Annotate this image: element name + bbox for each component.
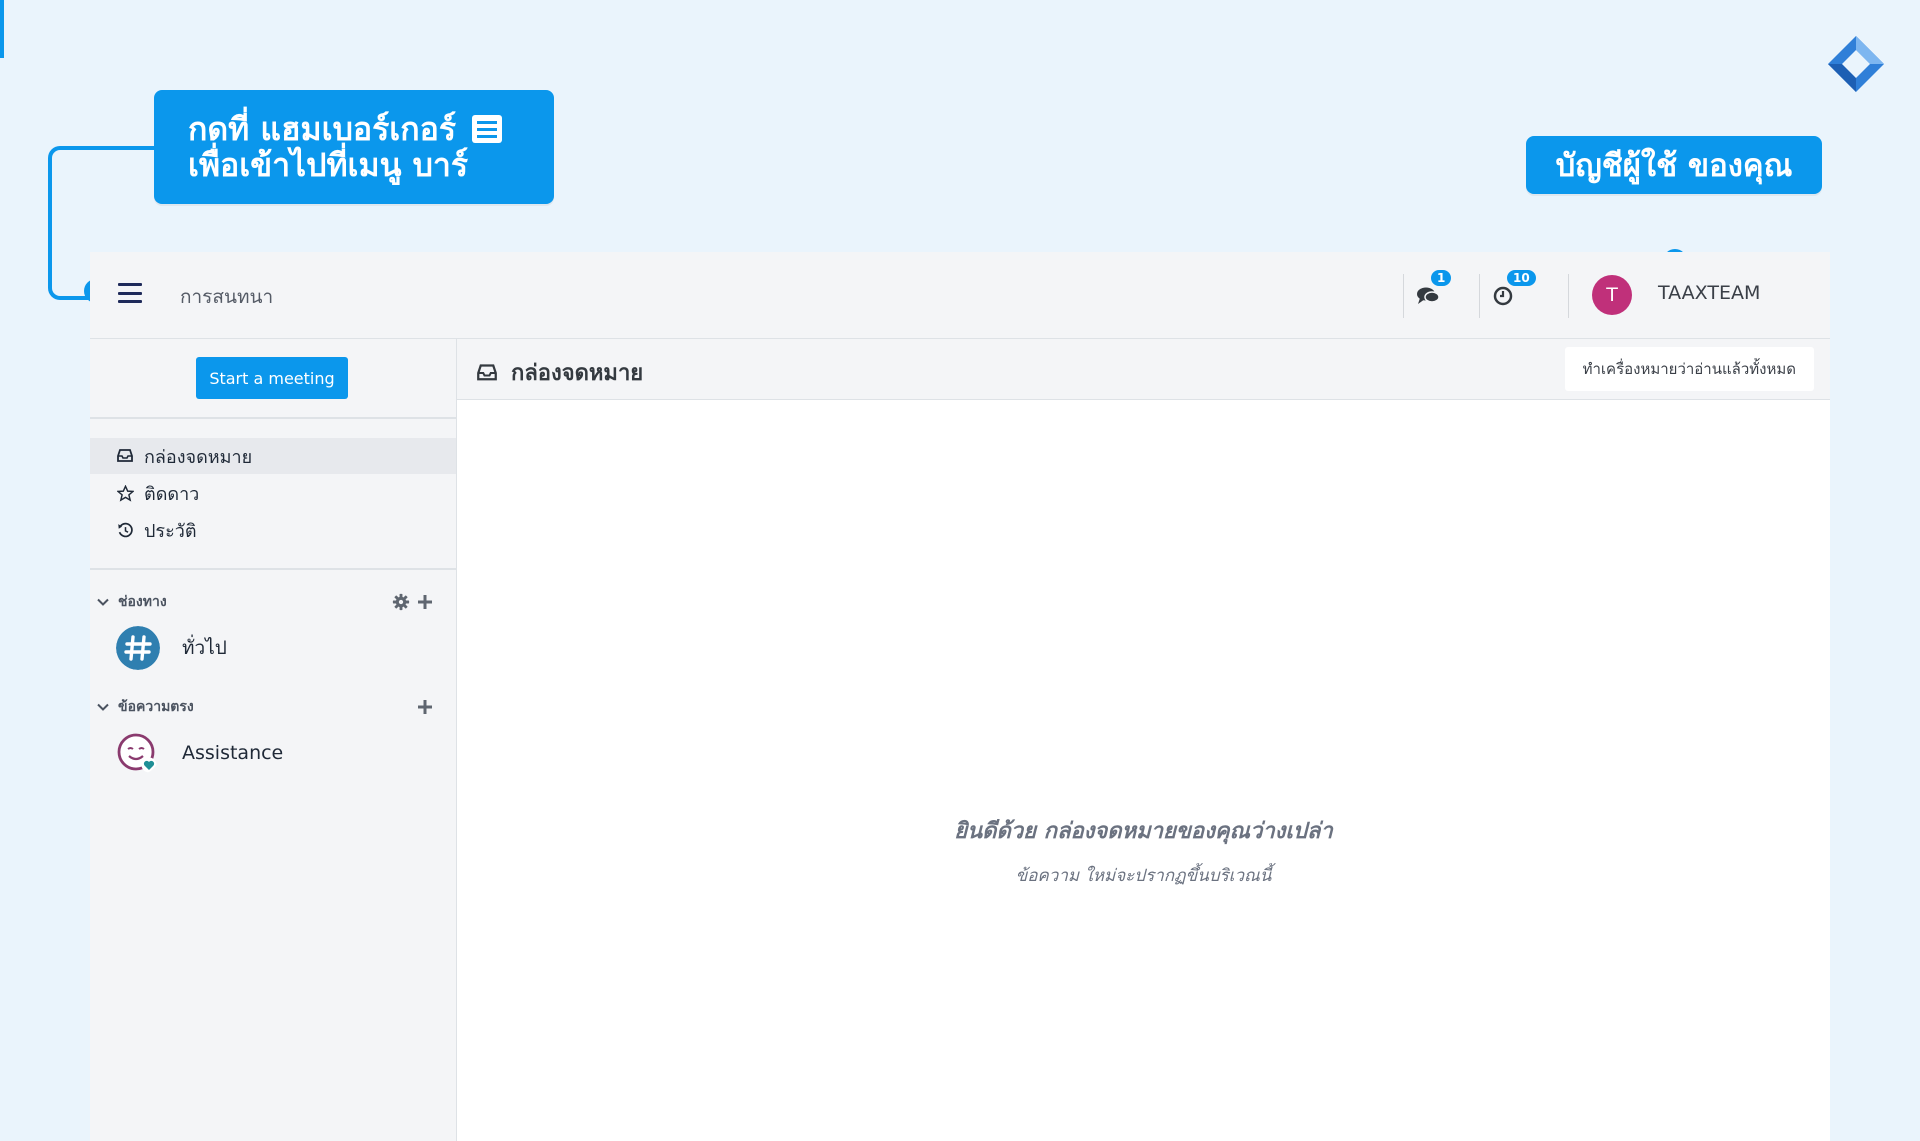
add-channel-icon[interactable] [416, 593, 434, 611]
hamburger-callout: กดที่ แฮมเบอร์เกอร์ เพื่อเข้าไปที่เมนู บ… [154, 90, 554, 204]
direct-messages-heading[interactable]: ข้อความตรง [118, 696, 194, 718]
hashtag-icon [116, 626, 160, 670]
sidebar-item-label: ประวัติ [144, 520, 197, 542]
callout-text: บัญชีผู้ใช้ ของคุณ [1555, 148, 1793, 184]
activity-button[interactable]: 10 [1491, 268, 1538, 308]
avatar-initial: T [1606, 284, 1618, 306]
inbox-title: กล่องจดหมาย [477, 355, 643, 390]
page-title: การสนทนา [180, 286, 274, 308]
messages-count-badge: 1 [1429, 268, 1454, 288]
empty-inbox-message: ยินดีด้วย กล่องจดหมายของคุณว่างเปล่า ข้อ… [457, 813, 1830, 889]
callout-text: กดที่ แฮมเบอร์เกอร์ [188, 110, 457, 148]
divider [1479, 274, 1480, 318]
channels-heading[interactable]: ช่องทาง [118, 591, 167, 613]
direct-message-item-assistance[interactable]: Assistance [90, 725, 456, 781]
top-bar: การสนทนา 1 10 T TAAXTEAM [90, 252, 1830, 339]
hamburger-icon [472, 115, 503, 143]
add-direct-message-icon[interactable] [416, 698, 434, 716]
divider [90, 417, 456, 419]
channels-section-header: ช่องทาง [90, 589, 456, 615]
direct-messages-section-header: ข้อความตรง [90, 694, 456, 720]
callout-connector-line [0, 0, 4, 58]
activity-count-badge: 10 [1505, 268, 1538, 288]
brand-logo-icon [1828, 36, 1884, 92]
channel-item-general[interactable]: ทั่วไป [90, 620, 456, 676]
bot-avatar-icon [117, 733, 157, 773]
channel-label: ทั่วไป [182, 637, 227, 659]
sidebar-item-label: ติดดาว [144, 483, 200, 505]
mark-all-read-button[interactable]: ทำเครื่องหมายว่าอ่านแล้วทั้งหมด [1564, 347, 1814, 391]
user-avatar[interactable]: T [1592, 275, 1632, 315]
start-meeting-button[interactable]: Start a meeting [196, 357, 348, 399]
hamburger-menu-button[interactable] [118, 280, 144, 306]
sidebar: Start a meeting กล่องจดหมาย ติดดาว ประวั… [90, 339, 457, 1141]
gear-icon[interactable] [392, 593, 410, 611]
empty-state-subtitle: ข้อความ ใหม่จะปรากฏขึ้นบริเวณนี้ [1015, 866, 1272, 886]
sidebar-item-starred[interactable]: ติดดาว [90, 475, 456, 511]
page-background: กดที่ แฮมเบอร์เกอร์ เพื่อเข้าไปที่เมนู บ… [0, 0, 1920, 1141]
direct-message-label: Assistance [182, 742, 284, 764]
star-icon [116, 484, 134, 502]
account-callout: บัญชีผู้ใช้ ของคุณ [1526, 136, 1822, 194]
chevron-down-icon[interactable] [96, 595, 110, 609]
app-window: การสนทนา 1 10 T TAAXTEAM Start a meeting… [90, 252, 1830, 1141]
inbox-title-text: กล่องจดหมาย [511, 361, 644, 386]
sidebar-item-inbox[interactable]: กล่องจดหมาย [90, 438, 456, 474]
inbox-icon [116, 447, 134, 465]
inbox-icon [477, 363, 497, 380]
sidebar-item-label: กล่องจดหมาย [144, 446, 253, 468]
empty-state-title: ยินดีด้วย กล่องจดหมายของคุณว่างเปล่า [954, 819, 1333, 844]
messages-button[interactable]: 1 [1415, 268, 1454, 308]
callout-text: เพื่อเข้าไปที่เมนู บาร์ [188, 146, 469, 184]
divider [90, 568, 456, 570]
divider [1568, 274, 1569, 318]
username-menu[interactable]: TAAXTEAM [1658, 282, 1760, 304]
history-icon [116, 521, 134, 539]
main-content: กล่องจดหมาย ทำเครื่องหมายว่าอ่านแล้วทั้ง… [457, 339, 1830, 1141]
main-header: กล่องจดหมาย ทำเครื่องหมายว่าอ่านแล้วทั้ง… [457, 339, 1830, 400]
chevron-down-icon[interactable] [96, 700, 110, 714]
divider [1403, 274, 1404, 318]
sidebar-item-history[interactable]: ประวัติ [90, 512, 456, 548]
